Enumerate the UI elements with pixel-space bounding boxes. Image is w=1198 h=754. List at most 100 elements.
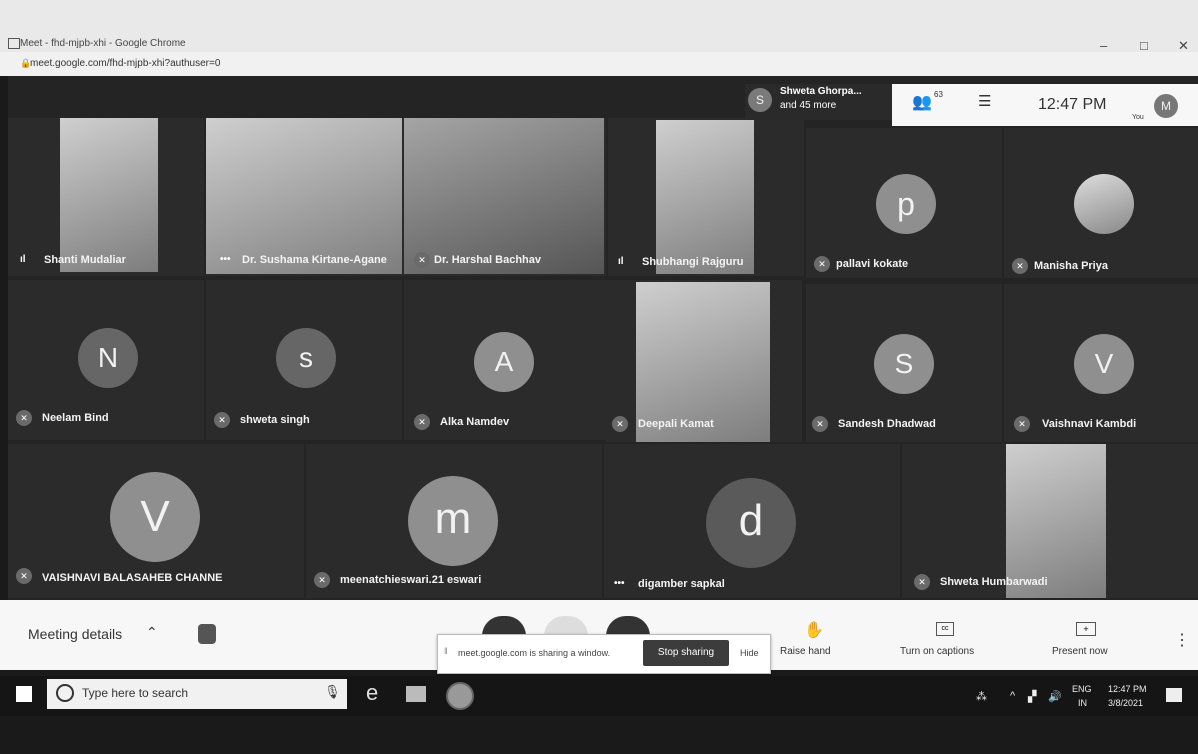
you-label: You	[1132, 114, 1144, 121]
participant-name: Shubhangi Rajguru	[642, 256, 744, 268]
presenter-more: and 45 more	[780, 100, 837, 111]
participant-name: Shweta Humbarwadi	[940, 576, 1048, 588]
participant-tile[interactable]: ✕ Manisha Priya	[1004, 128, 1198, 278]
chevron-up-icon[interactable]: ^	[1010, 690, 1015, 702]
taskbar-date[interactable]: 3/8/2021	[1108, 698, 1143, 708]
participant-video	[60, 118, 158, 272]
people-icon[interactable]: 👥	[912, 92, 932, 112]
stop-sharing-button[interactable]: Stop sharing	[643, 640, 729, 666]
participant-avatar: S	[874, 334, 934, 394]
participant-video	[656, 120, 754, 274]
network-icon[interactable]: ▞	[1028, 690, 1036, 703]
participant-avatar: A	[474, 332, 534, 392]
microphone-icon[interactable]: 🎙	[324, 684, 341, 700]
minimize-button[interactable]: –	[1100, 38, 1107, 53]
taskbar-time[interactable]: 12:47 PM	[1108, 684, 1147, 694]
participant-tile[interactable]: p ✕ pallavi kokate	[806, 128, 1002, 278]
notification-icon[interactable]	[1166, 688, 1182, 702]
participant-tile[interactable]: ✕ Deepali Kamat	[606, 280, 802, 442]
participant-name: Dr. Sushama Kirtane-Agane	[242, 254, 387, 266]
participant-avatar: V	[110, 472, 200, 562]
participant-avatar: m	[408, 476, 498, 566]
mic-off-icon: ✕	[214, 412, 230, 428]
volume-icon[interactable]: 🔊	[1048, 690, 1062, 703]
language-region[interactable]: IN	[1078, 698, 1087, 708]
presenter-name: Shweta Ghorpa...	[780, 86, 862, 97]
self-avatar[interactable]: M	[1154, 94, 1178, 118]
edge-icon[interactable]: e	[366, 680, 378, 706]
captions-button[interactable]: Turn on captions	[900, 646, 974, 657]
mic-off-icon: ✕	[612, 416, 628, 432]
participant-name: digamber sapkal	[638, 578, 725, 590]
url-text[interactable]: meet.google.com/fhd-mjpb-xhi?authuser=0	[30, 58, 220, 69]
participant-name: Shanti Mudaliar	[44, 254, 126, 266]
participant-avatar: s	[276, 328, 336, 388]
participant-avatar: V	[1074, 334, 1134, 394]
tab-favicon-icon	[8, 38, 20, 49]
meeting-details-button[interactable]: Meeting details	[28, 626, 122, 642]
participant-name: VAISHNAVI BALASAHEB CHANNE	[42, 572, 223, 584]
present-now-button[interactable]: Present now	[1052, 646, 1108, 657]
presenter-avatar: S	[748, 88, 772, 112]
participant-tile[interactable]: V ✕ Vaishnavi Kambdi	[1004, 284, 1198, 442]
mic-off-icon: ✕	[314, 572, 330, 588]
shield-icon[interactable]	[198, 624, 216, 644]
speaking-icon: ıl	[20, 254, 26, 265]
people-count: 63	[934, 90, 943, 99]
hand-icon[interactable]: ✋	[804, 620, 824, 640]
people-tray-icon[interactable]: ⁂	[976, 690, 987, 703]
windows-start-icon[interactable]	[16, 686, 32, 702]
participant-tile[interactable]: ••• Dr. Sushama Kirtane-Agane ✕ Dr. Hars…	[206, 118, 606, 276]
search-placeholder[interactable]: Type here to search	[82, 686, 188, 700]
participant-tile[interactable]: ıl Shubhangi Rajguru	[608, 118, 804, 276]
participant-tile[interactable]: s ✕ shweta singh	[206, 280, 402, 440]
participant-tile[interactable]: S ✕ Sandesh Dhadwad	[806, 284, 1002, 442]
chrome-icon[interactable]	[446, 682, 474, 710]
raise-hand-button[interactable]: Raise hand	[780, 646, 831, 657]
participant-name: Alka Namdev	[440, 416, 510, 428]
mic-off-icon: ✕	[812, 416, 828, 432]
restore-button[interactable]: □	[1140, 38, 1148, 53]
sharing-text: meet.google.com is sharing a window.	[458, 648, 611, 658]
participant-name: Deepali Kamat	[638, 418, 714, 430]
chevron-up-icon[interactable]: ⌃	[146, 624, 158, 641]
participant-name: Manisha Priya	[1034, 260, 1108, 272]
mic-off-icon: ✕	[414, 252, 430, 268]
window-title: Meet - fhd-mjpb-xhi - Google Chrome	[20, 38, 186, 49]
participant-tile[interactable]: ıl Shanti Mudaliar	[8, 118, 204, 276]
more-icon: •••	[220, 254, 231, 265]
participant-photo	[1074, 174, 1134, 234]
participant-name: Vaishnavi Kambdi	[1042, 418, 1137, 430]
mic-off-icon: ✕	[16, 410, 32, 426]
participant-name: shweta singh	[240, 414, 310, 426]
mic-off-icon: ✕	[414, 414, 430, 430]
file-explorer-icon[interactable]	[406, 686, 426, 702]
participant-tile[interactable]: V ✕ VAISHNAVI BALASAHEB CHANNE	[8, 444, 304, 598]
participant-video	[404, 118, 604, 274]
present-icon[interactable]: +	[1076, 622, 1096, 636]
participant-tile[interactable]: ✕ Shweta Humbarwadi	[902, 444, 1198, 598]
participant-video	[206, 118, 402, 274]
participant-name: Dr. Harshal Bachhav	[434, 254, 541, 266]
speaking-icon: ıl	[618, 256, 624, 267]
mic-off-icon: ✕	[914, 574, 930, 590]
participant-avatar: N	[78, 328, 138, 388]
hide-button[interactable]: Hide	[740, 648, 759, 658]
participant-name: meenatchieswari.21 eswari	[340, 574, 482, 586]
participant-name: pallavi kokate	[836, 258, 909, 270]
participant-tile[interactable]: N ✕ Neelam Bind	[8, 280, 204, 440]
participant-name: Neelam Bind	[42, 412, 109, 424]
participant-tile[interactable]: A ✕ Alka Namdev	[404, 280, 632, 440]
mic-off-icon: ✕	[814, 256, 830, 272]
chat-icon[interactable]: ☰	[978, 92, 991, 110]
search-icon	[56, 684, 74, 702]
participant-tile[interactable]: d ••• digamber sapkal	[604, 444, 900, 598]
participant-video	[1006, 444, 1106, 598]
language-code[interactable]: ENG	[1072, 684, 1092, 694]
more-options-button[interactable]: ⋮	[1174, 630, 1190, 650]
drag-handle-icon[interactable]: ‖	[444, 646, 448, 656]
mic-off-icon: ✕	[1014, 416, 1030, 432]
captions-icon[interactable]: cc	[936, 622, 954, 636]
mic-off-icon: ✕	[16, 568, 32, 584]
participant-tile[interactable]: m ✕ meenatchieswari.21 eswari	[306, 444, 602, 598]
